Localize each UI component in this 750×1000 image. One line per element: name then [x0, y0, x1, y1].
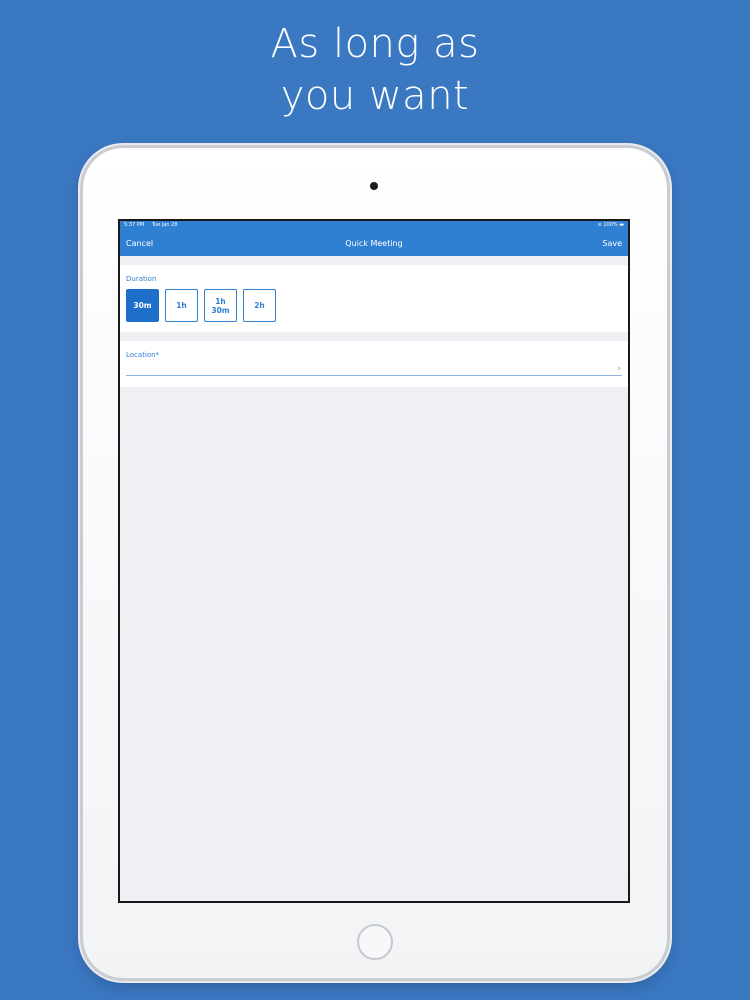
location-field[interactable]: ›	[126, 359, 622, 376]
device-screen: 5:37 PM Tue Jan 28 ≋ 100% ▬ Cancel Quick…	[118, 219, 630, 903]
location-section: Location* ›	[120, 341, 628, 387]
battery-icon: ▬	[619, 222, 624, 228]
app-screen: 5:37 PM Tue Jan 28 ≋ 100% ▬ Cancel Quick…	[120, 221, 628, 901]
status-battery: 100%	[603, 222, 618, 228]
cancel-button[interactable]: Cancel	[126, 239, 153, 248]
duration-option-30m[interactable]: 30m	[126, 289, 159, 322]
duration-option-2h[interactable]: 2h	[243, 289, 276, 322]
camera-icon	[370, 182, 378, 190]
duration-section: Duration 30m 1h 1h 30m 2h	[120, 265, 628, 332]
chevron-right-icon: ›	[617, 364, 621, 374]
nav-title: Quick Meeting	[345, 238, 403, 248]
status-time: 5:37 PM	[124, 222, 145, 228]
headline-line-2: you want	[280, 73, 470, 119]
wifi-icon: ≋	[597, 222, 602, 228]
duration-option-1h[interactable]: 1h	[165, 289, 198, 322]
save-button[interactable]: Save	[602, 239, 622, 248]
duration-option-1h30m[interactable]: 1h 30m	[204, 289, 237, 322]
headline: As long as you want	[0, 18, 750, 122]
nav-bar: Cancel Quick Meeting Save	[120, 230, 628, 256]
duration-label: Duration	[126, 275, 157, 283]
duration-options: 30m 1h 1h 30m 2h	[126, 289, 622, 322]
location-label: Location*	[126, 351, 160, 359]
status-date: Tue Jan 28	[151, 222, 178, 228]
status-bar: 5:37 PM Tue Jan 28 ≋ 100% ▬	[120, 221, 628, 230]
home-button[interactable]	[357, 924, 393, 960]
headline-line-1: As long as	[270, 21, 480, 67]
ipad-device: 5:37 PM Tue Jan 28 ≋ 100% ▬ Cancel Quick…	[83, 148, 667, 978]
